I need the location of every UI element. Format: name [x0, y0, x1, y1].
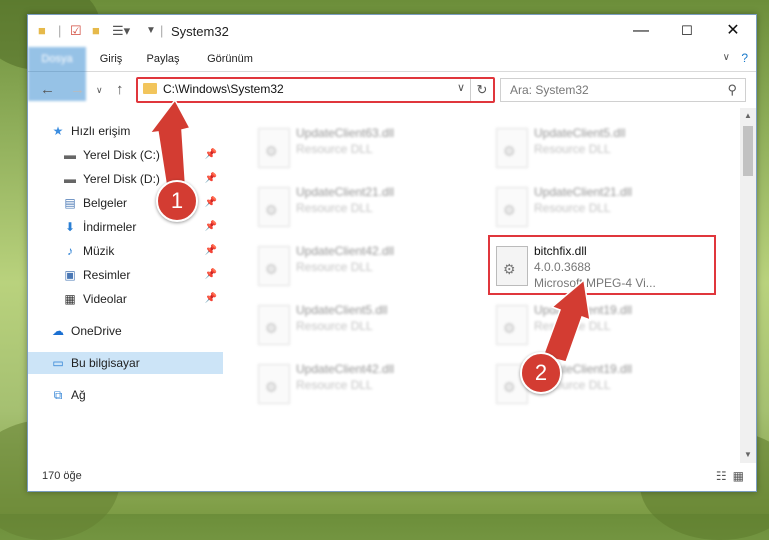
- annotation-arrows: [148, 98, 591, 363]
- step-badge-1: 1: [156, 180, 198, 222]
- arrow-2: [542, 278, 591, 363]
- step-badge-2: 2: [520, 352, 562, 394]
